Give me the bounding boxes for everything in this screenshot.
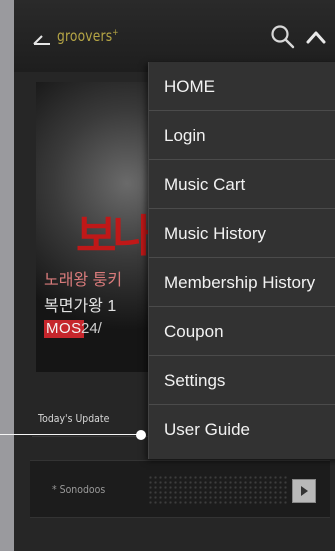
- menu-item-user-guide[interactable]: User Guide: [149, 405, 335, 454]
- banner-date: 24/: [81, 320, 102, 337]
- menu-item-music-cart[interactable]: Music Cart: [149, 160, 335, 209]
- menu-item-membership-history[interactable]: Membership History: [149, 258, 335, 307]
- chevron-up-icon[interactable]: [305, 28, 327, 46]
- search-icon[interactable]: [270, 24, 296, 50]
- menu-item-settings[interactable]: Settings: [149, 356, 335, 405]
- callout-line: [0, 434, 140, 435]
- banner-headline: 노래왕 퉁키: [44, 272, 123, 289]
- track-pattern: [148, 475, 288, 505]
- banner-subheadline: 복면가왕 1: [44, 298, 117, 315]
- back-arrow-icon[interactable]: [32, 32, 52, 46]
- track-name: * Sonodoos: [52, 483, 106, 496]
- dropdown-menu: HOME Login Music Cart Music History Memb…: [148, 62, 335, 459]
- banner-badge: MOS: [44, 320, 84, 338]
- track-row[interactable]: * Sonodoos: [30, 460, 330, 518]
- menu-item-coupon[interactable]: Coupon: [149, 307, 335, 356]
- todays-update-label: Today's Update: [38, 412, 110, 425]
- menu-item-home[interactable]: HOME: [149, 62, 335, 111]
- app-screen: groovers+ 보나 노래왕 퉁키 복면가왕 1 MOS 24/ Today…: [14, 0, 335, 551]
- menu-item-login[interactable]: Login: [149, 111, 335, 160]
- banner-title: 보나: [76, 211, 153, 262]
- menu-item-music-history[interactable]: Music History: [149, 209, 335, 258]
- groovers-logo[interactable]: groovers+: [57, 27, 119, 45]
- callout-dot: [136, 430, 146, 440]
- play-button[interactable]: [292, 479, 316, 503]
- promo-banner[interactable]: 보나 노래왕 퉁키 복면가왕 1 MOS 24/: [36, 82, 166, 372]
